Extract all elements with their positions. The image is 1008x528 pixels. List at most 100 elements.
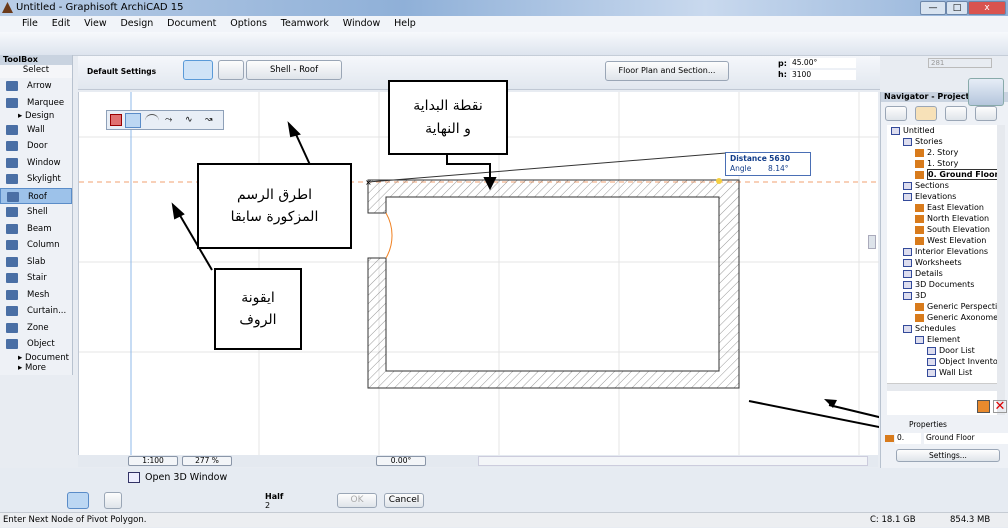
tool-skylight[interactable]: Skylight — [0, 171, 72, 188]
tree-horizontal-scrollbar[interactable] — [887, 383, 997, 391]
story-name-field[interactable]: Ground Floor — [924, 433, 1008, 444]
tool-shell[interactable]: Shell — [0, 204, 72, 221]
folder-icon — [903, 280, 912, 289]
tree-item[interactable]: Element — [887, 334, 997, 345]
open-3d-window-button[interactable]: Open 3D Window — [145, 472, 227, 483]
zoom-button[interactable]: 277 % — [182, 456, 232, 466]
tree-item[interactable]: Schedules — [887, 323, 997, 334]
tool-mesh[interactable]: Mesh — [0, 287, 72, 304]
tool-window[interactable]: Window — [0, 155, 72, 172]
project-map-tab[interactable] — [885, 106, 907, 121]
arc-method-icon[interactable] — [145, 114, 159, 127]
tree-item[interactable]: 3D Documents — [887, 279, 997, 290]
cancel-button[interactable]: Cancel — [384, 493, 424, 508]
tool-slab[interactable]: Slab — [0, 254, 72, 271]
height-input[interactable]: 3100 — [790, 70, 856, 80]
wall-outline[interactable] — [367, 179, 740, 389]
tool-door[interactable]: Door — [0, 138, 72, 155]
tree-item[interactable]: South Elevation — [887, 224, 997, 235]
folder-icon — [903, 324, 912, 333]
tree-item[interactable]: 1. Story — [887, 158, 997, 169]
close-palette-icon[interactable] — [110, 114, 122, 126]
folder-icon — [903, 291, 912, 300]
canvas-vertical-scrollbar[interactable] — [868, 235, 876, 249]
menu-teamwork[interactable]: Teamwork — [281, 18, 329, 29]
tree-item[interactable]: Interior Elevations — [887, 246, 997, 257]
tree-item[interactable]: East Elevation — [887, 202, 997, 213]
tree-item-label: 1. Story — [927, 159, 959, 168]
callout-drawing-methods: اطرق الرسم المزكورة سابقا — [197, 163, 352, 249]
menu-options[interactable]: Options — [230, 18, 267, 29]
tree-item[interactable]: 0. Ground Floor — [887, 169, 997, 180]
tool-marquee[interactable]: Marquee — [0, 95, 72, 112]
menu-file[interactable]: File — [22, 18, 38, 29]
tool-column[interactable]: Column — [0, 237, 72, 254]
publisher-tab[interactable] — [975, 106, 997, 121]
geometry-method-button[interactable] — [67, 492, 89, 509]
properties-label[interactable]: Properties — [909, 420, 947, 429]
ok-button[interactable]: OK — [337, 493, 377, 508]
polyline-button[interactable] — [104, 492, 122, 509]
tool-arrow[interactable]: Arrow — [0, 78, 72, 95]
layer-icon-button[interactable] — [218, 60, 244, 80]
roof-settings-button[interactable] — [183, 60, 213, 80]
story-number-field[interactable]: 0. — [895, 433, 921, 444]
tool-stair[interactable]: Stair — [0, 270, 72, 287]
menu-edit[interactable]: Edit — [52, 18, 70, 29]
scale-button[interactable]: 1:100 — [128, 456, 178, 466]
navigator-preview-toggle[interactable] — [968, 78, 1004, 106]
menu-help[interactable]: Help — [394, 18, 416, 29]
tool-roof[interactable]: Roof — [0, 187, 72, 204]
tree-item[interactable]: Details — [887, 268, 997, 279]
tool-object[interactable]: Object — [0, 336, 72, 353]
tree-item[interactable]: Sections — [887, 180, 997, 191]
minimize-button[interactable]: — — [920, 1, 946, 15]
delete-button[interactable]: ✕ — [993, 400, 1007, 413]
tool-wall[interactable]: Wall — [0, 122, 72, 139]
tree-item[interactable]: Stories — [887, 136, 997, 147]
floor-plan-section-button[interactable]: Floor Plan and Section... — [605, 61, 729, 81]
status-bar: Enter Next Node of Pivot Polygon. C: 18.… — [0, 512, 1008, 527]
new-view-button[interactable] — [977, 400, 990, 413]
tree-item[interactable]: Door List — [887, 345, 997, 356]
tool-curtain[interactable]: Curtain... — [0, 303, 72, 320]
tree-item[interactable]: 2. Story — [887, 147, 997, 158]
menu-window[interactable]: Window — [343, 18, 380, 29]
tool-more[interactable]: ▸ More — [0, 363, 72, 374]
layout-book-tab[interactable] — [945, 106, 967, 121]
tree-item[interactable]: Worksheets — [887, 257, 997, 268]
canvas-horizontal-scrollbar[interactable] — [478, 456, 868, 466]
maximize-button[interactable]: □ — [946, 1, 968, 15]
close-button[interactable]: x — [968, 1, 1006, 15]
menu-document[interactable]: Document — [167, 18, 216, 29]
tool-design[interactable]: ▸ Design — [0, 111, 72, 122]
polyline-method-icon[interactable] — [125, 113, 141, 128]
tree-item[interactable]: Object Inventory — [887, 356, 997, 367]
tree-item[interactable]: North Elevation — [887, 213, 997, 224]
menu-design[interactable]: Design — [120, 18, 153, 29]
tool-zone[interactable]: Zone — [0, 320, 72, 337]
tree-item[interactable]: 3D — [887, 290, 997, 301]
tool-beam[interactable]: Beam — [0, 221, 72, 238]
tree-item[interactable]: West Elevation — [887, 235, 997, 246]
tree-vertical-scrollbar[interactable] — [997, 125, 1005, 415]
tree-item[interactable]: Generic Perspective — [887, 301, 997, 312]
archicad-logo-icon — [2, 2, 13, 13]
tool-document[interactable]: ▸ Document — [0, 353, 72, 364]
stair-icon — [6, 273, 18, 283]
bezier-method-icon[interactable]: ↝ — [205, 115, 213, 125]
pitch-input[interactable]: 45.00° — [790, 58, 856, 68]
tree-item[interactable]: Untitled — [887, 125, 997, 136]
elevation-input[interactable]: 281 — [928, 58, 992, 68]
settings-button[interactable]: Settings... — [896, 449, 1000, 462]
orientation-button[interactable]: 0.00° — [376, 456, 426, 466]
layer-dropdown[interactable]: Shell - Roof — [246, 60, 342, 80]
tree-item[interactable]: Elevations — [887, 191, 997, 202]
menu-view[interactable]: View — [84, 18, 107, 29]
tree-item[interactable]: Wall List — [887, 367, 997, 378]
select-header[interactable]: Select — [0, 65, 72, 78]
view-map-tab[interactable] — [915, 106, 937, 121]
spline-method-icon[interactable]: ∿ — [185, 115, 193, 125]
tangent-method-icon[interactable]: ⤳ — [165, 115, 172, 125]
tree-item[interactable]: Generic Axonometry — [887, 312, 997, 323]
